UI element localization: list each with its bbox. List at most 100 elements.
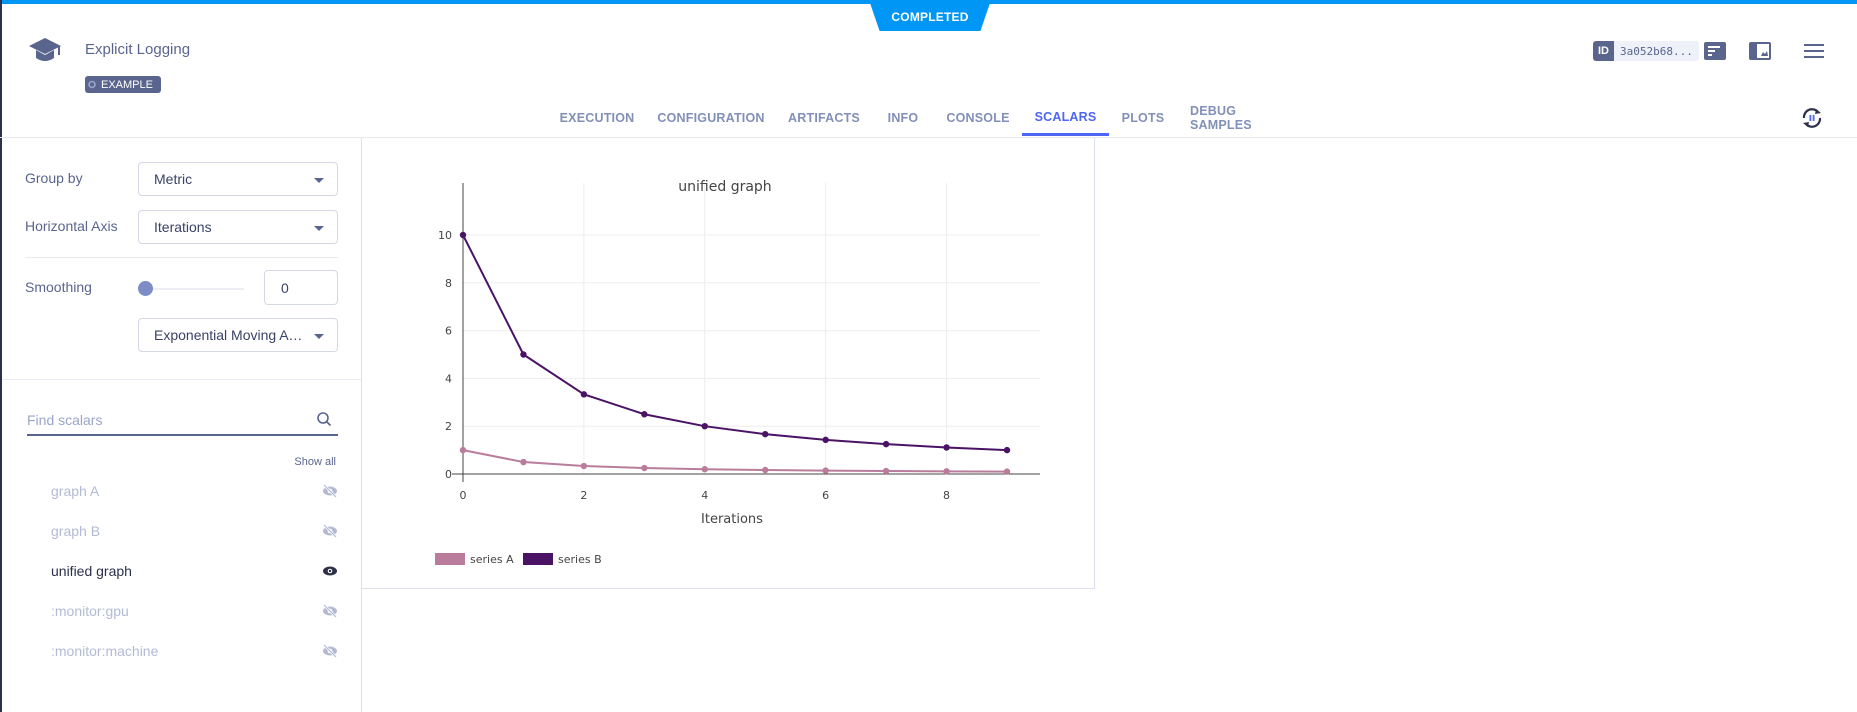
x-tick-label: 6 <box>822 489 829 502</box>
horizontal-axis-value: Iterations <box>154 219 212 235</box>
data-point <box>580 391 588 398</box>
tab-plots[interactable]: PLOTS <box>1118 100 1168 135</box>
chart-series <box>459 231 1011 475</box>
data-point <box>822 436 829 444</box>
graduation-cap-icon <box>29 38 61 61</box>
y-tick-label: 0 <box>445 468 452 481</box>
smoothing-label: Smoothing <box>25 279 92 295</box>
tab-debug-samples[interactable]: DEBUG SAMPLES <box>1190 100 1298 135</box>
details-panel-button[interactable] <box>1703 40 1727 62</box>
group-by-select[interactable]: Metric <box>138 162 338 196</box>
chart-card: 0 2 4 6 8 10 0 2 4 6 8 unified graph Iterations se… <box>362 138 1095 589</box>
eye-off-icon[interactable] <box>322 484 338 498</box>
eye-off-icon[interactable] <box>322 524 338 538</box>
scalar-name: :monitor:gpu <box>51 603 129 619</box>
chart-title: unified graph <box>678 179 771 195</box>
scalar-list-item[interactable]: unified graph <box>51 559 341 583</box>
y-tick-label: 8 <box>445 277 452 290</box>
id-value: 3a052b68... <box>1614 41 1699 61</box>
x-axis-label: Iterations <box>701 512 763 527</box>
group-by-label: Group by <box>25 170 83 186</box>
data-point <box>943 468 950 475</box>
data-point <box>520 351 527 358</box>
legend-label: series B <box>558 553 602 566</box>
data-point <box>882 467 890 475</box>
panel-divider <box>2 379 361 380</box>
smoothing-type-value: Exponential Moving Average <box>154 327 306 343</box>
tab-execution[interactable]: EXECUTION <box>556 100 638 135</box>
data-point <box>1003 468 1011 475</box>
eye-icon[interactable] <box>322 564 338 578</box>
scalar-name: graph B <box>51 523 101 539</box>
data-point <box>641 411 648 418</box>
chevron-down-icon <box>314 226 324 231</box>
split-view-button[interactable] <box>1748 40 1772 62</box>
smoothing-slider-thumb[interactable] <box>138 281 153 296</box>
details-panel-icon <box>1704 42 1726 60</box>
menu-button[interactable] <box>1802 40 1826 62</box>
find-scalars-input[interactable]: Find scalars <box>27 406 338 436</box>
data-point <box>520 458 527 466</box>
y-tick-label: 4 <box>445 372 452 385</box>
series-line-a <box>462 449 1008 473</box>
scalar-name: unified graph <box>51 563 132 579</box>
task-id[interactable]: ID 3a052b68... <box>1593 41 1699 61</box>
data-point <box>459 446 467 454</box>
tab-configuration[interactable]: CONFIGURATION <box>657 100 764 135</box>
find-scalars-placeholder: Find scalars <box>27 412 103 428</box>
tab-bar: EXECUTION CONFIGURATION ARTIFACTS INFO C… <box>0 100 1857 137</box>
horizontal-axis-select[interactable]: Iterations <box>138 210 338 244</box>
menu-icon <box>1804 44 1824 58</box>
data-point <box>822 467 829 474</box>
scalar-name: graph A <box>51 483 100 499</box>
data-point <box>701 466 708 473</box>
scalar-settings-panel: Group by Metric Horizontal Axis Iteratio… <box>2 138 362 712</box>
split-view-icon <box>1749 42 1771 60</box>
chart-grid <box>462 183 1040 474</box>
data-point <box>641 464 648 472</box>
x-tick-label: 8 <box>943 489 950 502</box>
data-point <box>580 462 588 470</box>
id-label: ID <box>1593 41 1614 61</box>
y-tick-label: 10 <box>438 229 452 242</box>
task-title: Explicit Logging <box>85 41 191 58</box>
search-icon <box>317 412 332 427</box>
show-all-link[interactable]: Show all <box>294 456 336 468</box>
example-tag: EXAMPLE <box>85 76 161 93</box>
scalar-list-item[interactable]: :monitor:gpu <box>51 599 341 623</box>
scalar-name: :monitor:machine <box>51 643 159 659</box>
chevron-down-icon <box>314 178 324 183</box>
x-tick-label: 0 <box>460 489 467 502</box>
scalar-list-item[interactable]: graph B <box>51 519 341 543</box>
group-by-value: Metric <box>154 171 193 187</box>
tab-scalars[interactable]: SCALARS <box>1022 100 1109 136</box>
tab-info[interactable]: INFO <box>884 100 922 135</box>
eye-off-icon[interactable] <box>322 604 338 618</box>
scalar-list-item[interactable]: graph A <box>51 479 341 503</box>
legend-swatch <box>523 553 553 565</box>
tab-console[interactable]: CONSOLE <box>944 100 1012 135</box>
chart-axes: 0 2 4 6 8 10 0 2 4 6 8 <box>438 183 1040 502</box>
x-tick-label: 4 <box>701 489 708 502</box>
data-point <box>943 444 950 451</box>
data-point <box>459 231 467 239</box>
smoothing-type-select[interactable]: Exponential Moving Average <box>138 318 338 352</box>
eye-off-icon[interactable] <box>322 644 338 658</box>
auto-refresh-pause-icon[interactable] <box>1800 106 1824 130</box>
series-line-b <box>462 234 1008 452</box>
legend-swatch <box>435 553 465 565</box>
tag-label: EXAMPLE <box>101 78 153 91</box>
data-point <box>762 430 769 438</box>
chart-legend: series A series B <box>435 553 602 566</box>
scalar-list-item[interactable]: :monitor:machine <box>51 639 341 663</box>
data-point <box>882 440 890 448</box>
chevron-down-icon <box>314 334 324 339</box>
smoothing-slider-track[interactable] <box>144 288 244 290</box>
data-point <box>1003 446 1011 454</box>
line-chart: 0 2 4 6 8 10 0 2 4 6 8 unified graph Iterations se… <box>435 179 1040 566</box>
tab-artifacts[interactable]: ARTIFACTS <box>786 100 862 135</box>
settings-divider <box>25 257 338 258</box>
smoothing-value-input[interactable]: 0 <box>264 270 338 305</box>
x-tick-label: 2 <box>580 489 587 502</box>
y-tick-label: 6 <box>445 325 452 338</box>
